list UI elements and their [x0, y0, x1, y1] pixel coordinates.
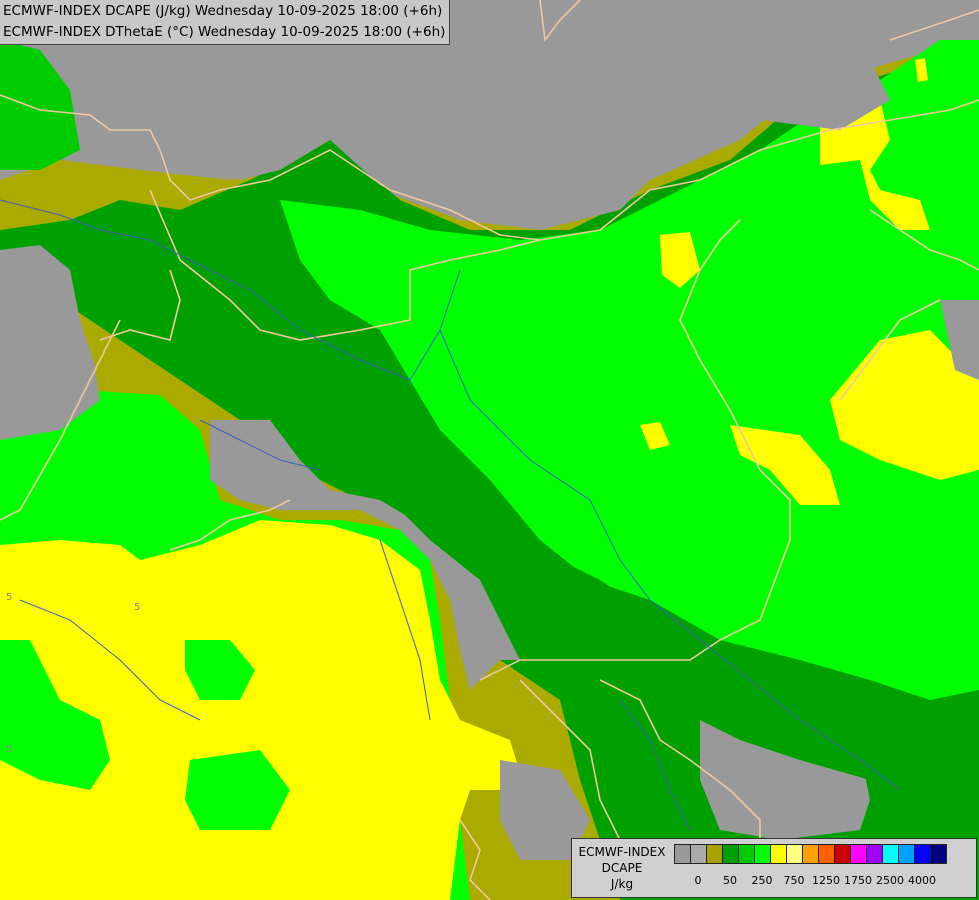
legend-swatch [834, 844, 851, 864]
legend-swatch [754, 844, 771, 864]
legend-swatch [850, 844, 867, 864]
legend-swatch [866, 844, 883, 864]
legend-swatch [674, 844, 691, 864]
legend-tick-label: 1250 [812, 874, 840, 887]
map-title-box: ECMWF-INDEX DCAPE (J/kg) Wednesday 10-09… [0, 0, 451, 45]
legend-swatch [738, 844, 755, 864]
legend-swatch [690, 844, 707, 864]
color-legend: ECMWF-INDEX DCAPE J/kg 0 50 250 750 1250 1750… [571, 838, 977, 898]
legend-swatch [706, 844, 723, 864]
legend-tick-label: 250 [751, 874, 773, 887]
contour-label: 5 [6, 744, 12, 755]
legend-ticks: 0 50 250 750 1250 1750 2500 4000 [674, 874, 974, 890]
legend-tick-label: 750 [783, 874, 805, 887]
legend-unit: J/kg [610, 877, 634, 891]
legend-swatch [930, 844, 947, 864]
contour-label: 5 [6, 592, 12, 603]
legend-swatch [914, 844, 931, 864]
legend-tick-label: 1750 [844, 874, 872, 887]
legend-swatch [722, 844, 739, 864]
legend-swatch [898, 844, 915, 864]
dthetae-title: ECMWF-INDEX DThetaE (°C) Wednesday 10-09… [3, 24, 446, 40]
legend-swatch [882, 844, 899, 864]
legend-label: ECMWF-INDEX DCAPE J/kg [572, 839, 672, 897]
legend-tick-label: 4000 [908, 874, 936, 887]
legend-tick-label: 2500 [876, 874, 904, 887]
legend-tick-label: 0 [694, 874, 702, 887]
legend-swatch [802, 844, 819, 864]
legend-swatch [818, 844, 835, 864]
legend-title-model: ECMWF-INDEX [578, 845, 666, 859]
dcape-title: ECMWF-INDEX DCAPE (J/kg) Wednesday 10-09… [3, 3, 443, 19]
legend-tick-label: 50 [723, 874, 737, 887]
legend-swatch [786, 844, 803, 864]
legend-swatch [770, 844, 787, 864]
dcape-map: 5 5 5 [0, 0, 979, 900]
legend-title-field: DCAPE [601, 861, 643, 875]
contour-label: 5 [134, 602, 140, 613]
legend-swatches [674, 844, 947, 866]
